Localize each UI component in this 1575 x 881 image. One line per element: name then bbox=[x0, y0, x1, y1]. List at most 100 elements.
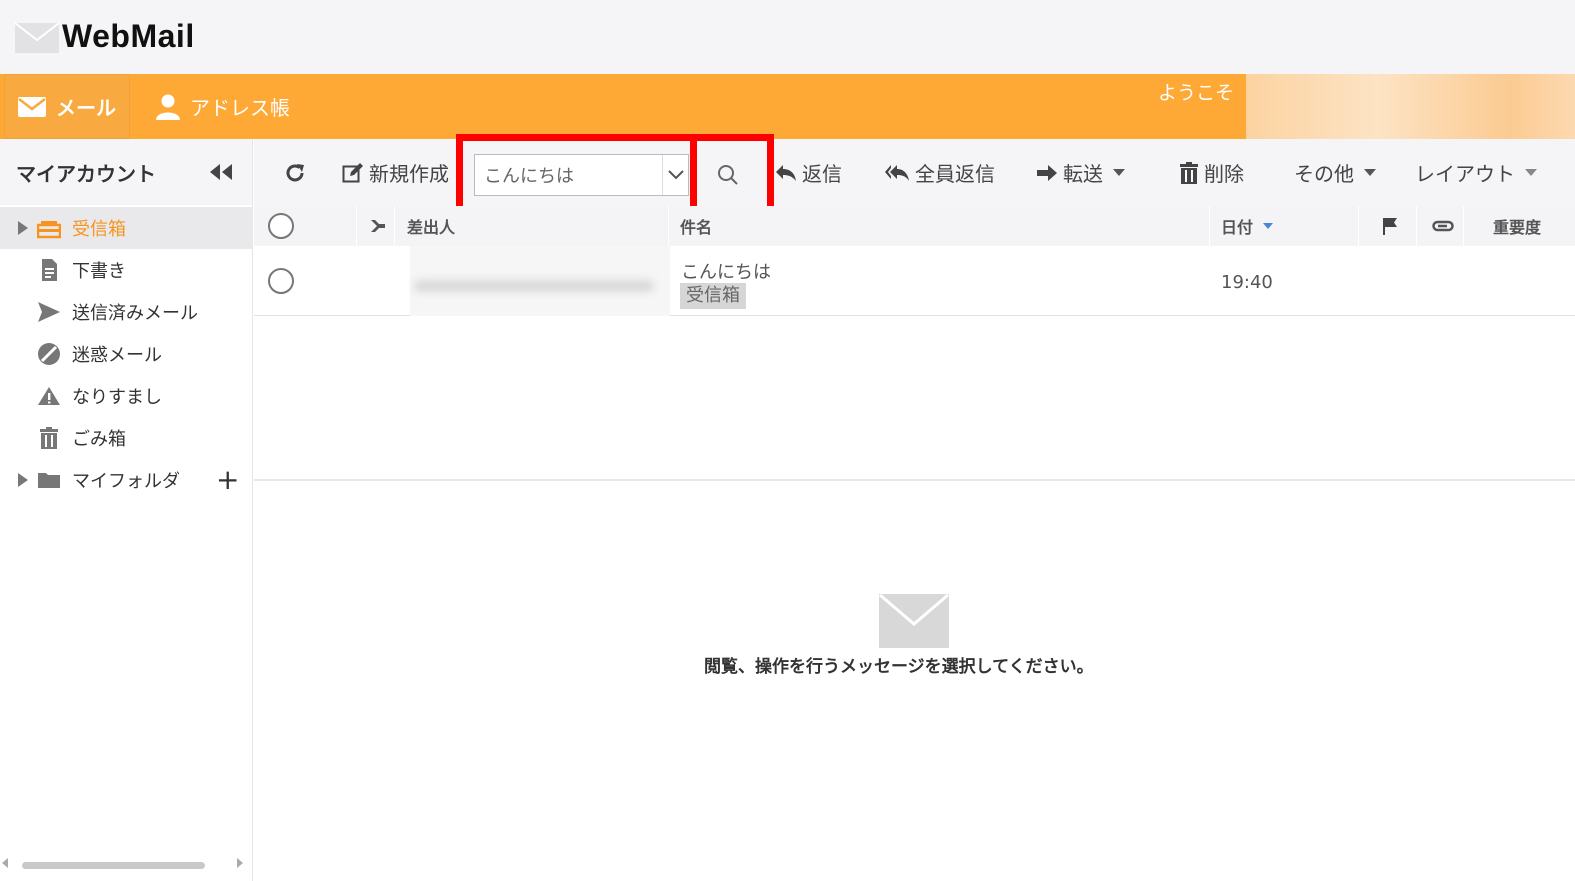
new-message-label: 新規作成 bbox=[369, 162, 449, 186]
send-icon bbox=[38, 302, 60, 322]
sidebar-item-label: なりすまし bbox=[72, 387, 162, 408]
draft-icon bbox=[42, 259, 57, 281]
new-message-button[interactable]: 新規作成 bbox=[342, 139, 449, 206]
column-divider bbox=[356, 206, 357, 246]
envelope-logo-icon bbox=[14, 21, 60, 53]
sidebar-item-label: マイフォルダ bbox=[72, 471, 180, 492]
reply-all-icon bbox=[885, 164, 909, 181]
sidebar-header: マイアカウント bbox=[0, 139, 252, 205]
message-folder-tag: 受信箱 bbox=[680, 283, 746, 309]
list-preview-splitter[interactable] bbox=[254, 479, 1575, 481]
layout-menu-button[interactable]: レイアウト bbox=[1415, 139, 1537, 206]
collapse-sidebar-icon[interactable] bbox=[208, 161, 234, 183]
sidebar-item-label: 迷惑メール bbox=[72, 345, 162, 366]
column-divider bbox=[1463, 206, 1464, 246]
expand-arrow-icon[interactable] bbox=[18, 473, 28, 487]
reply-all-button[interactable]: 全員返信 bbox=[884, 139, 995, 206]
envelope-icon bbox=[18, 96, 46, 117]
layout-dropdown-icon bbox=[1525, 169, 1537, 176]
empty-preview-message: 閲覧、操作を行うメッセージを選択してください。 bbox=[704, 657, 1094, 677]
row-select-circle bbox=[268, 268, 294, 294]
column-divider bbox=[1358, 206, 1359, 246]
tab-mail-label: メール bbox=[56, 96, 116, 120]
date-column-header[interactable]: 日付 bbox=[1221, 206, 1274, 246]
sidebar-horizontal-scrollbar[interactable] bbox=[22, 862, 205, 869]
app-logo[interactable]: WebMail bbox=[14, 18, 195, 55]
subject-column-header[interactable]: 件名 bbox=[680, 206, 712, 246]
delete-button[interactable]: 削除 bbox=[1179, 139, 1244, 206]
paperclip-icon bbox=[1432, 220, 1454, 232]
sidebar-item-my-folders[interactable]: マイフォルダ + bbox=[0, 459, 253, 501]
forward-dropdown-icon bbox=[1113, 169, 1125, 176]
scroll-left-arrow-icon[interactable] bbox=[2, 858, 8, 868]
row-select-checkbox[interactable] bbox=[268, 268, 294, 294]
attachment-column-header[interactable] bbox=[1432, 206, 1454, 246]
folder-icon bbox=[38, 473, 60, 488]
forward-button[interactable]: 転送 bbox=[1036, 139, 1125, 206]
compose-icon bbox=[342, 162, 363, 182]
date-column-label: 日付 bbox=[1221, 218, 1254, 237]
sidebar-item-inbox[interactable]: 受信箱 bbox=[0, 207, 253, 249]
importance-column-header[interactable]: 重要度 bbox=[1493, 206, 1541, 246]
message-list-header: 差出人 件名 日付 重要度 bbox=[254, 206, 1575, 246]
logo-text: WebMail bbox=[62, 18, 195, 54]
sidebar-item-sent[interactable]: 送信済みメール bbox=[0, 291, 253, 333]
message-subject: こんにちは bbox=[681, 262, 771, 283]
message-date: 19:40 bbox=[1221, 272, 1273, 293]
tab-address-book-label: アドレス帳 bbox=[190, 96, 290, 120]
sender-column-header[interactable]: 差出人 bbox=[407, 206, 455, 246]
layout-label: レイアウト bbox=[1415, 162, 1515, 186]
select-all-circle bbox=[268, 213, 294, 239]
reply-icon bbox=[776, 164, 796, 181]
more-menu-button[interactable]: その他 bbox=[1294, 139, 1376, 206]
reply-all-label: 全員返信 bbox=[915, 162, 995, 186]
tab-address-book[interactable]: アドレス帳 bbox=[156, 74, 290, 139]
trash-icon bbox=[1180, 161, 1198, 184]
sidebar-item-label: 受信箱 bbox=[72, 219, 126, 240]
flag-column-header[interactable] bbox=[1382, 206, 1398, 246]
refresh-icon bbox=[286, 163, 304, 181]
sidebar-item-label: ごみ箱 bbox=[72, 429, 126, 450]
sidebar-item-label: 下書き bbox=[72, 261, 126, 282]
thread-icon bbox=[371, 220, 385, 232]
trash-icon bbox=[40, 427, 58, 449]
more-dropdown-icon bbox=[1364, 169, 1376, 176]
add-folder-button[interactable]: + bbox=[216, 466, 239, 494]
forward-arrow-icon bbox=[1037, 164, 1057, 181]
app-header: WebMail bbox=[0, 0, 1575, 74]
scroll-right-arrow-icon[interactable] bbox=[237, 858, 243, 868]
column-divider bbox=[1416, 206, 1417, 246]
block-icon bbox=[38, 343, 60, 365]
sidebar-item-label: 送信済みメール bbox=[72, 303, 198, 324]
forward-label: 転送 bbox=[1063, 162, 1103, 186]
user-info-blurred bbox=[1246, 74, 1575, 139]
expand-arrow-icon[interactable] bbox=[18, 221, 28, 235]
sidebar-item-spam[interactable]: 迷惑メール bbox=[0, 333, 253, 375]
envelope-placeholder-icon bbox=[879, 594, 949, 648]
warning-icon bbox=[38, 387, 60, 405]
more-label: その他 bbox=[1294, 162, 1354, 186]
flag-icon bbox=[1383, 218, 1397, 235]
delete-label: 削除 bbox=[1204, 162, 1244, 186]
tab-mail[interactable]: メール bbox=[4, 74, 130, 139]
sidebar-item-spoofing[interactable]: なりすまし bbox=[0, 375, 253, 417]
sidebar-item-drafts[interactable]: 下書き bbox=[0, 249, 253, 291]
subject-column-label: 件名 bbox=[680, 218, 713, 237]
sort-desc-icon bbox=[1263, 223, 1274, 229]
sidebar-title: マイアカウント bbox=[16, 161, 156, 186]
user-icon bbox=[156, 94, 180, 120]
table-row[interactable]: こんにちは 受信箱 19:40 bbox=[254, 246, 1575, 316]
sender-address-blurred bbox=[414, 280, 654, 292]
thread-column[interactable] bbox=[368, 206, 386, 246]
select-all-checkbox[interactable] bbox=[268, 206, 294, 246]
reply-button[interactable]: 返信 bbox=[775, 139, 842, 206]
sidebar-item-trash[interactable]: ごみ箱 bbox=[0, 417, 253, 459]
sender-column-label: 差出人 bbox=[407, 218, 456, 237]
toolbar: 新規作成 返信 全員返信 転送 削除 その他 レイアウト bbox=[254, 139, 1575, 206]
importance-column-label: 重要度 bbox=[1493, 218, 1542, 237]
welcome-text: ようこそ bbox=[1158, 82, 1235, 104]
column-divider bbox=[1209, 206, 1210, 246]
column-divider bbox=[394, 206, 395, 246]
refresh-button[interactable] bbox=[284, 139, 311, 206]
sidebar: マイアカウント 受信箱 下書き 送信済みメール 迷惑メール なりすまし ごみ箱 … bbox=[0, 139, 253, 881]
